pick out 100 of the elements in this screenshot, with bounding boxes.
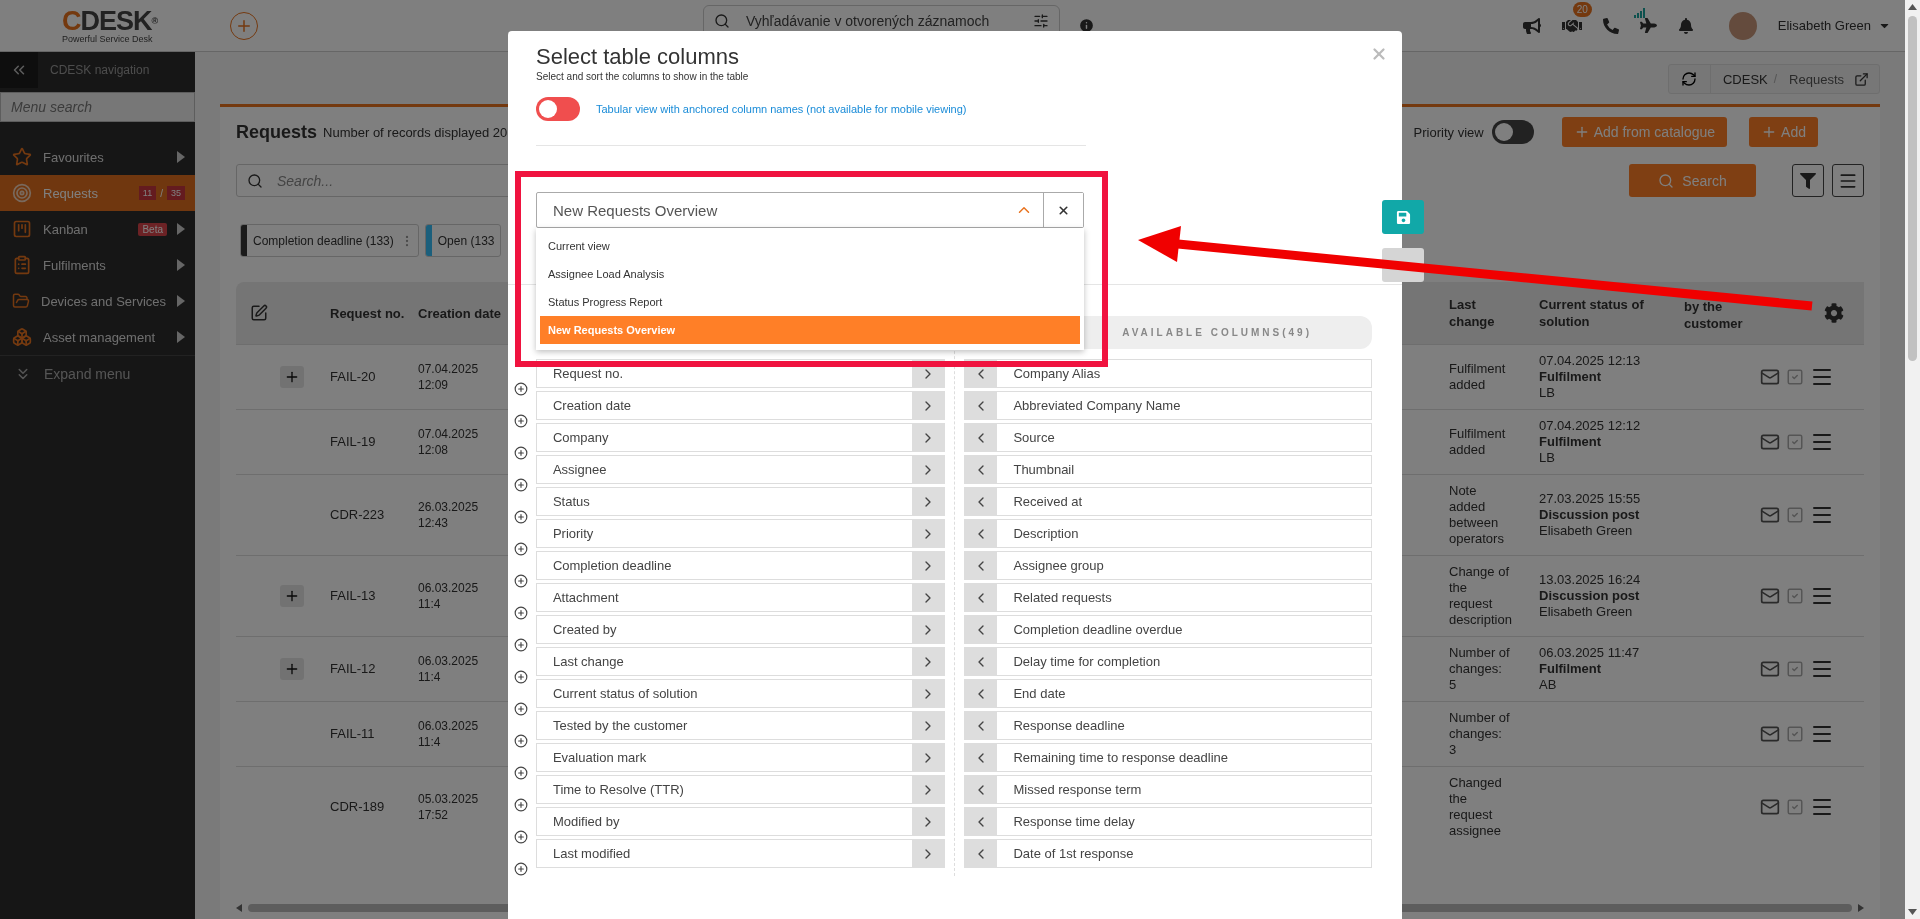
filter-chip[interactable]: Completion deadline (133): [240, 224, 419, 257]
checkbox-icon[interactable]: [1786, 587, 1804, 605]
expand-button[interactable]: [280, 585, 304, 607]
move-left-button[interactable]: [965, 616, 998, 643]
column-list-item[interactable]: Last change: [535, 647, 945, 676]
move-right-button[interactable]: [911, 616, 944, 643]
checkbox-icon[interactable]: [1786, 725, 1804, 743]
move-left-button[interactable]: [965, 456, 998, 483]
move-left-button[interactable]: [965, 712, 998, 739]
column-list-item[interactable]: End date: [964, 679, 1372, 708]
column-list-item[interactable]: Last modified: [535, 839, 945, 868]
move-left-button[interactable]: [965, 488, 998, 515]
add-circle-icon[interactable]: [514, 798, 528, 812]
move-left-button[interactable]: [965, 392, 998, 419]
scroll-right-icon[interactable]: [1858, 904, 1864, 912]
settings-icon[interactable]: [1824, 303, 1844, 323]
column-list-item[interactable]: Evaluation mark: [535, 743, 945, 772]
toggle-switch[interactable]: [1491, 120, 1534, 144]
add-circle-icon[interactable]: [514, 414, 528, 428]
add-circle-icon[interactable]: [514, 478, 528, 492]
add-circle-icon[interactable]: [514, 734, 528, 748]
megaphone-icon[interactable]: [1522, 16, 1541, 35]
mail-icon[interactable]: [1760, 367, 1780, 387]
expand-button[interactable]: [280, 658, 304, 680]
column-list-item[interactable]: Thumbnail: [964, 455, 1372, 484]
column-list-item[interactable]: Response deadline: [964, 711, 1372, 740]
add-circle-icon[interactable]: [514, 670, 528, 684]
move-left-button[interactable]: [965, 520, 998, 547]
search-input[interactable]: Vyhľadávanie v otvorených záznamoch: [744, 12, 1019, 30]
move-left-button[interactable]: [965, 648, 998, 675]
sidebar-item[interactable]: Fulfilments: [0, 247, 195, 283]
column-list-item[interactable]: Company Alias: [964, 359, 1372, 388]
move-right-button[interactable]: [911, 744, 944, 771]
column-list-item[interactable]: Created by: [535, 615, 945, 644]
plane-icon[interactable]: [1639, 17, 1657, 34]
move-right-button[interactable]: [911, 456, 944, 483]
add-circle-icon[interactable]: [514, 382, 528, 396]
add-circle-icon[interactable]: [514, 446, 528, 460]
scroll-left-icon[interactable]: [236, 904, 242, 912]
column-list-item[interactable]: Description: [964, 519, 1372, 548]
external-link-icon[interactable]: [1854, 71, 1869, 87]
filter-button[interactable]: [1792, 164, 1824, 197]
column-list-item[interactable]: Missed response term: [964, 775, 1372, 804]
mail-icon[interactable]: [1760, 724, 1780, 744]
move-left-button[interactable]: [965, 424, 998, 451]
breadcrumb-link[interactable]: CDESK: [1710, 71, 1774, 87]
info-icon[interactable]: [1078, 17, 1095, 34]
column-list-item[interactable]: Attachment: [535, 583, 945, 612]
expand-button[interactable]: [280, 366, 304, 388]
move-right-button[interactable]: [911, 488, 944, 515]
move-right-button[interactable]: [911, 648, 944, 675]
mail-icon[interactable]: [1760, 659, 1780, 679]
filter-chip[interactable]: Open (133: [424, 224, 502, 257]
column-list-item[interactable]: Date of 1st response: [964, 839, 1372, 868]
add-circle-icon[interactable]: [514, 510, 528, 524]
mail-icon[interactable]: [1760, 797, 1780, 817]
column-list-item[interactable]: Status: [535, 487, 945, 516]
save-button[interactable]: [1382, 200, 1424, 234]
menu-search-field[interactable]: Menu search: [0, 92, 195, 122]
scrollbar-thumb[interactable]: [1908, 16, 1917, 361]
add-circle-icon[interactable]: [514, 542, 528, 556]
column-list-item[interactable]: Response time delay: [964, 807, 1372, 836]
column-list-item[interactable]: Remaining time to response deadline: [964, 743, 1372, 772]
add-circle-icon[interactable]: [514, 638, 528, 652]
column-list-item[interactable]: Source: [964, 423, 1372, 452]
checkbox-icon[interactable]: [1786, 506, 1804, 524]
move-right-button[interactable]: [911, 552, 944, 579]
phone-icon[interactable]: [1602, 17, 1619, 34]
checkbox-icon[interactable]: [1786, 368, 1804, 386]
column-list-item[interactable]: Modified by: [535, 807, 945, 836]
scroll-down-icon[interactable]: [1908, 909, 1917, 915]
sidebar-item[interactable]: Asset management: [0, 319, 195, 355]
move-left-button[interactable]: [965, 840, 998, 867]
toggle-switch[interactable]: [536, 97, 580, 121]
mail-icon[interactable]: [1760, 505, 1780, 525]
sidebar-item[interactable]: Favourites: [0, 139, 195, 175]
move-right-button[interactable]: [911, 424, 944, 451]
move-right-button[interactable]: [911, 840, 944, 867]
checkbox-icon[interactable]: [1786, 660, 1804, 678]
add-circle-icon[interactable]: [514, 830, 528, 844]
sidebar-item[interactable]: Devices and Services: [0, 283, 195, 319]
column-list-item[interactable]: Delay time for completion: [964, 647, 1372, 676]
move-right-button[interactable]: [911, 712, 944, 739]
move-left-button[interactable]: [965, 776, 998, 803]
column-list-item[interactable]: Company: [535, 423, 945, 452]
checkbox-icon[interactable]: [1786, 433, 1804, 451]
column-list-item[interactable]: Assignee group: [964, 551, 1372, 580]
scroll-up-icon[interactable]: [1908, 4, 1917, 10]
add-circle-icon[interactable]: [514, 606, 528, 620]
move-left-button[interactable]: [965, 552, 998, 579]
column-list-item[interactable]: Creation date: [535, 391, 945, 420]
move-right-button[interactable]: [911, 808, 944, 835]
column-list-item[interactable]: Tested by the customer: [535, 711, 945, 740]
column-list-item[interactable]: Time to Resolve (TTR): [535, 775, 945, 804]
checkbox-icon[interactable]: [1786, 798, 1804, 816]
add-circle-icon[interactable]: [514, 702, 528, 716]
mail-icon[interactable]: [1760, 586, 1780, 606]
column-list-item[interactable]: Completion deadline: [535, 551, 945, 580]
column-list-item[interactable]: Assignee: [535, 455, 945, 484]
move-left-button[interactable]: [965, 680, 998, 707]
